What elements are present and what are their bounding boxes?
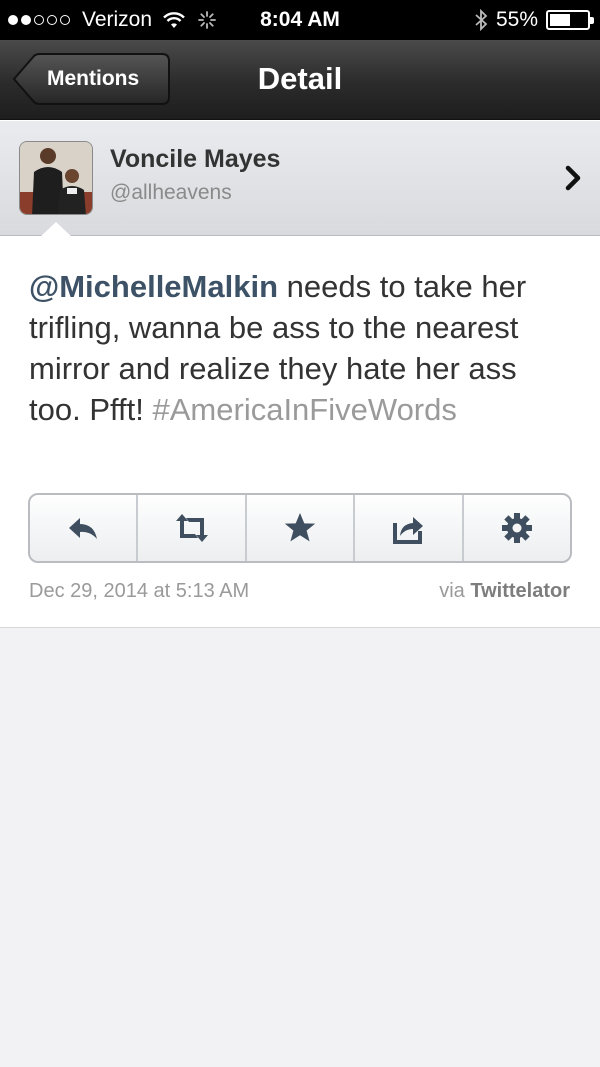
share-icon	[393, 517, 424, 544]
chevron-right-icon[interactable]	[564, 164, 584, 192]
header-pointer-notch	[40, 222, 72, 237]
battery-icon	[546, 10, 594, 30]
reply-icon	[69, 518, 98, 539]
tweet-action-bar	[28, 493, 572, 563]
profile-handle: @allheavens	[110, 181, 232, 204]
battery-percent: 55%	[495, 8, 538, 31]
avatar-photo	[20, 142, 92, 214]
share-button[interactable]	[355, 495, 464, 561]
status-bar: Verizon 8:04 AM 55%	[0, 0, 600, 40]
tweet-source: via Twittelator	[439, 580, 570, 603]
retweet-icon	[175, 514, 208, 542]
profile-name: Voncile Mayes	[110, 145, 281, 173]
tweet-source-app[interactable]: Twittelator	[470, 580, 570, 602]
avatar[interactable]	[19, 141, 93, 215]
profile-header[interactable]: Voncile Mayes @allheavens	[0, 120, 600, 236]
gear-icon	[501, 513, 532, 543]
star-icon	[284, 513, 316, 542]
reply-button[interactable]	[30, 495, 139, 561]
settings-button[interactable]	[464, 495, 570, 561]
tweet-detail: @MichelleMalkin needs to take her trifli…	[0, 236, 600, 628]
favorite-button[interactable]	[247, 495, 356, 561]
retweet-button[interactable]	[138, 495, 247, 561]
tweet-hashtag[interactable]: #AmericaInFiveWords	[153, 392, 457, 427]
tweet-text: @MichelleMalkin needs to take her trifli…	[29, 266, 569, 430]
back-button[interactable]: Mentions	[12, 53, 170, 105]
tweet-mention[interactable]: @MichelleMalkin	[29, 269, 278, 304]
tweet-source-prefix: via	[439, 580, 471, 602]
bluetooth-icon	[475, 9, 488, 31]
back-button-label: Mentions	[47, 67, 140, 90]
navigation-bar: Mentions Detail	[0, 40, 600, 120]
tweet-timestamp: Dec 29, 2014 at 5:13 AM	[29, 580, 250, 602]
